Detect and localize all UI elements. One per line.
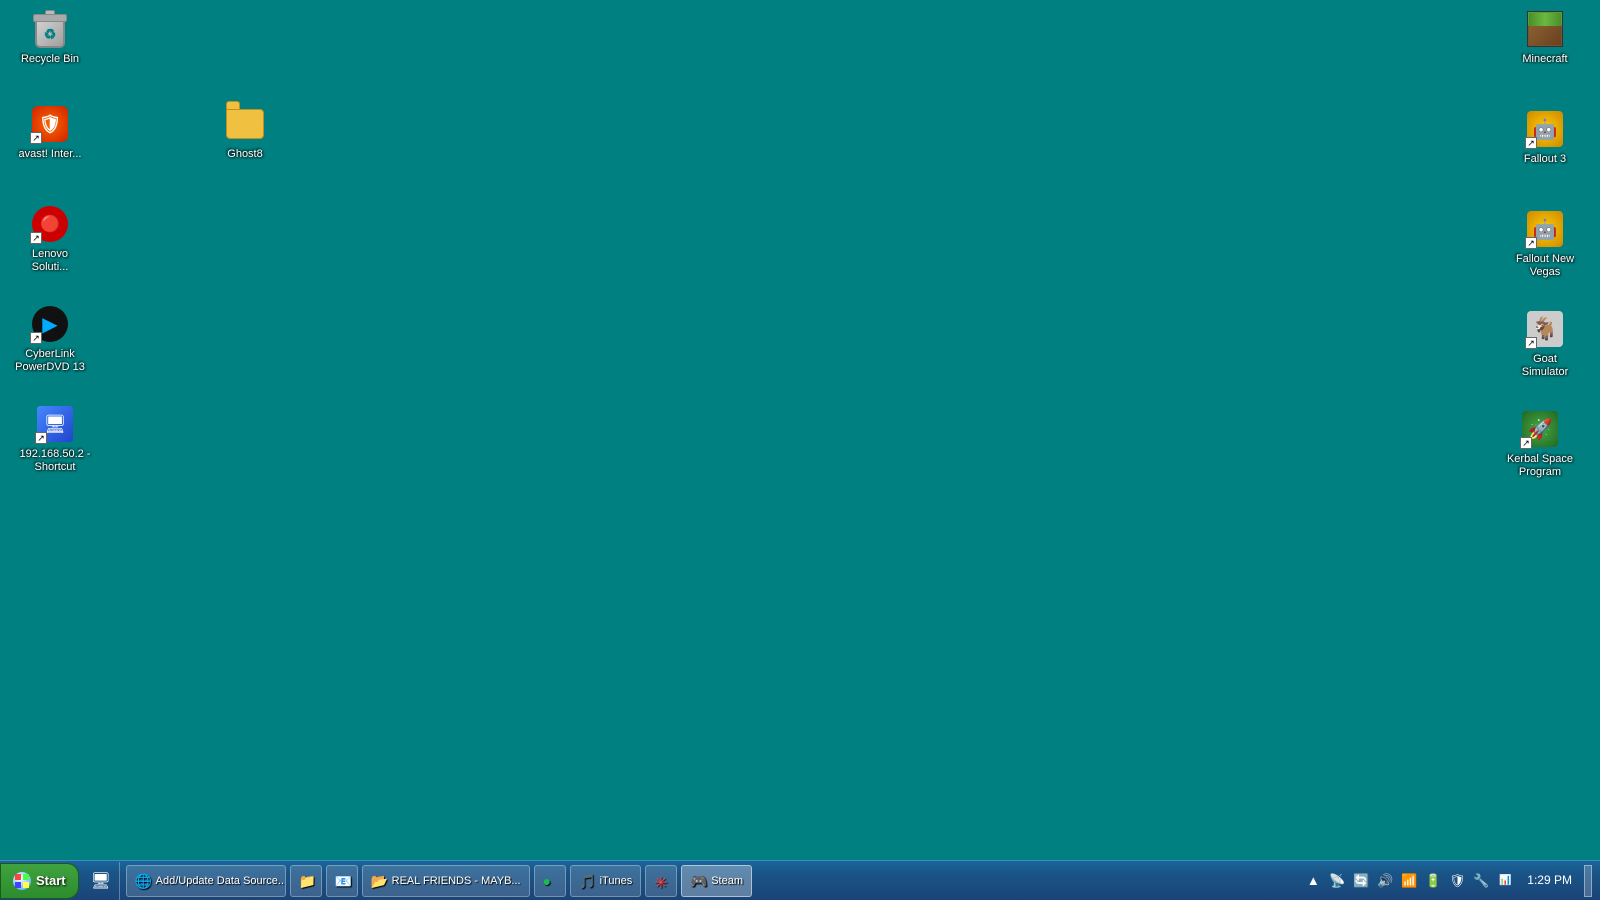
- avast-label: avast! Inter...: [19, 148, 82, 161]
- pinned-icon: ✳: [654, 873, 670, 889]
- tray-volume-icon[interactable]: 🔊: [1375, 871, 1395, 891]
- tray-network-icon[interactable]: 📡: [1327, 871, 1347, 891]
- goat-simulator-icon[interactable]: 🐐 ↗ Goat Simulator: [1505, 305, 1585, 383]
- recycle-bin-label: Recycle Bin: [21, 53, 79, 66]
- fallout3-icon[interactable]: 🤖 ↗ Fallout 3: [1505, 105, 1585, 170]
- explorer-icon: 📁: [299, 873, 315, 889]
- taskbar-item-itunes-label: iTunes: [600, 875, 633, 887]
- quick-launch-area: 🖥: [83, 862, 120, 900]
- network-image: 🖥 ↗: [35, 404, 75, 444]
- network-label: 192.168.50.2 - Shortcut: [14, 448, 96, 474]
- cyberlink-label: CyberLink PowerDVD 13: [14, 348, 86, 374]
- taskbar-item-music-label: REAL FRIENDS - MAYB...: [392, 875, 521, 887]
- tray-speaker2-icon[interactable]: 🔧: [1471, 871, 1491, 891]
- start-label: Start: [36, 873, 66, 888]
- music-folder-icon: 📂: [371, 873, 387, 889]
- avast-image: 🛡 ↗: [30, 104, 70, 144]
- fallout3-label: Fallout 3: [1524, 153, 1566, 166]
- goat-simulator-label: Goat Simulator: [1509, 353, 1581, 379]
- spotify-icon: ●: [543, 873, 559, 889]
- taskbar-item-steam[interactable]: 🎮 Steam: [681, 865, 752, 897]
- itunes-icon: 🎵: [579, 873, 595, 889]
- taskbar: Start 🖥 🌐 Add/Update Data Source... 📁 📧 …: [0, 860, 1600, 900]
- show-desktop-button[interactable]: [1584, 865, 1592, 897]
- steam-icon: 🎮: [690, 873, 706, 889]
- minecraft-image: [1525, 9, 1565, 49]
- cyberlink-icon[interactable]: ▶ ↗ CyberLink PowerDVD 13: [10, 300, 90, 378]
- taskbar-item-spotify[interactable]: ●: [534, 865, 566, 897]
- falloutnv-image: 🤖 ↗: [1525, 209, 1565, 249]
- minecraft-icon[interactable]: Minecraft: [1505, 5, 1585, 70]
- lenovo-icon[interactable]: 🔴 ↗ Lenovo Soluti...: [10, 200, 90, 278]
- minecraft-label: Minecraft: [1522, 53, 1567, 66]
- clock-time: 1:29 PM: [1527, 873, 1572, 889]
- ksp-label: Kerbal Space Program: [1499, 453, 1581, 479]
- taskbar-item-explorer[interactable]: 📁: [290, 865, 322, 897]
- start-button[interactable]: Start: [0, 863, 79, 899]
- taskbar-item-chrome[interactable]: 🌐 Add/Update Data Source...: [126, 865, 286, 897]
- taskbar-item-chrome-label: Add/Update Data Source...: [156, 875, 286, 887]
- taskbar-items-area: 🌐 Add/Update Data Source... 📁 📧 📂 REAL F…: [120, 865, 1296, 897]
- outlook-icon: 📧: [335, 873, 351, 889]
- tray-wifi-icon[interactable]: 📶: [1399, 871, 1419, 891]
- network-icon[interactable]: 🖥 ↗ 192.168.50.2 - Shortcut: [10, 400, 100, 478]
- ghost8-label: Ghost8: [227, 148, 262, 161]
- tray-security-icon[interactable]: 🛡: [1447, 871, 1467, 891]
- tray-expand-icon[interactable]: ▲: [1303, 871, 1323, 891]
- tray-sync-icon[interactable]: 🔄: [1351, 871, 1371, 891]
- ksp-icon[interactable]: 🚀 ↗ Kerbal Space Program: [1495, 405, 1585, 483]
- lenovo-image: 🔴 ↗: [30, 204, 70, 244]
- taskbar-item-music[interactable]: 📂 REAL FRIENDS - MAYB...: [362, 865, 530, 897]
- ghost8-icon[interactable]: Ghost8: [205, 100, 285, 165]
- show-desktop-icon[interactable]: 🖥: [89, 869, 113, 893]
- system-tray: ▲ 📡 🔄 🔊 📶 🔋 🛡 🔧 📊 1:29 PM: [1295, 862, 1600, 900]
- avast-icon[interactable]: 🛡 ↗ avast! Inter...: [10, 100, 90, 165]
- goat-simulator-image: 🐐 ↗: [1525, 309, 1565, 349]
- cyberlink-image: ▶ ↗: [30, 304, 70, 344]
- falloutnv-label: Fallout New Vegas: [1509, 253, 1581, 279]
- system-clock[interactable]: 1:29 PM: [1519, 873, 1580, 889]
- taskbar-item-outlook[interactable]: 📧: [326, 865, 358, 897]
- ksp-image: 🚀 ↗: [1520, 409, 1560, 449]
- tray-signal-icon[interactable]: 📊: [1495, 871, 1515, 891]
- tray-battery-icon[interactable]: 🔋: [1423, 871, 1443, 891]
- taskbar-item-steam-label: Steam: [711, 875, 743, 887]
- fallout3-image: 🤖 ↗: [1525, 109, 1565, 149]
- chrome-icon: 🌐: [135, 873, 151, 889]
- falloutnv-icon[interactable]: 🤖 ↗ Fallout New Vegas: [1505, 205, 1585, 283]
- desktop: ♻ Recycle Bin 🛡 ↗ avast! Inter... Ghost8…: [0, 0, 1600, 860]
- taskbar-item-pinned[interactable]: ✳: [645, 865, 677, 897]
- taskbar-item-itunes[interactable]: 🎵 iTunes: [570, 865, 642, 897]
- start-orb: [13, 872, 31, 890]
- recycle-bin-image: ♻: [30, 9, 70, 49]
- ghost8-image: [225, 104, 265, 144]
- lenovo-label: Lenovo Soluti...: [14, 248, 86, 274]
- recycle-bin-icon[interactable]: ♻ Recycle Bin: [10, 5, 90, 70]
- windows-logo-icon: [15, 874, 29, 888]
